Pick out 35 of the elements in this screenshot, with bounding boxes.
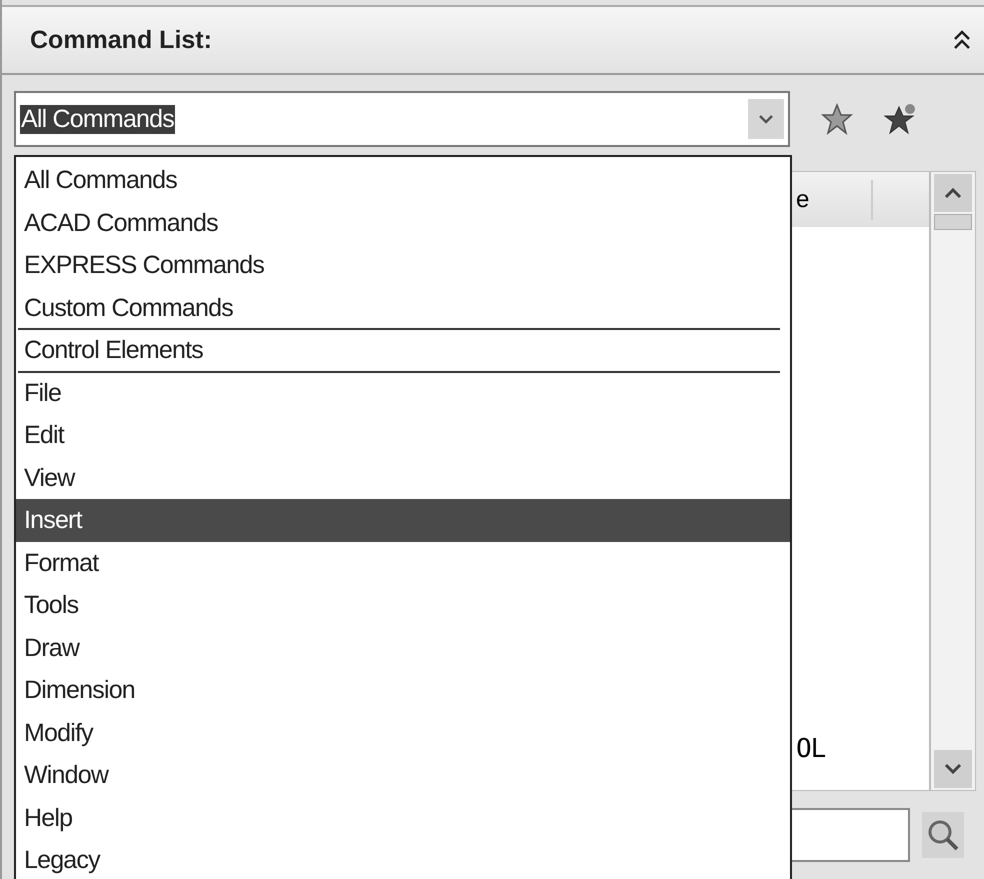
dropdown-option[interactable]: Help bbox=[16, 796, 790, 839]
dropdown-option[interactable]: Window bbox=[16, 754, 790, 796]
chevron-up-icon bbox=[944, 187, 962, 199]
column-header[interactable]: e bbox=[796, 186, 810, 214]
panel-title: Command List: bbox=[30, 26, 212, 54]
dropdown-option[interactable]: Legacy bbox=[16, 839, 790, 879]
scrollbar[interactable] bbox=[930, 171, 976, 791]
dropdown-option[interactable]: EXPRESS Commands bbox=[16, 244, 790, 286]
dropdown-option[interactable]: Control Elements bbox=[16, 329, 790, 372]
star-icon[interactable] bbox=[820, 102, 854, 136]
collapse-icon[interactable] bbox=[952, 29, 972, 51]
dropdown-option[interactable]: Insert bbox=[16, 499, 790, 542]
scroll-down-button[interactable] bbox=[934, 750, 972, 788]
star-pin-icon[interactable] bbox=[884, 102, 918, 136]
dropdown-option[interactable]: Edit bbox=[16, 414, 790, 456]
command-row[interactable]: OL bbox=[796, 734, 929, 764]
chevron-down-icon bbox=[758, 113, 774, 125]
dropdown-option[interactable]: Format bbox=[16, 542, 790, 584]
dropdown-option[interactable]: ACAD Commands bbox=[16, 202, 790, 244]
dropdown-option[interactable]: File bbox=[16, 372, 790, 414]
scroll-thumb[interactable] bbox=[934, 214, 972, 230]
filter-value: All Commands bbox=[20, 104, 175, 134]
dropdown-option[interactable]: All Commands bbox=[16, 159, 790, 202]
dropdown-option[interactable]: View bbox=[16, 456, 790, 499]
dropdown-option[interactable]: Tools bbox=[16, 584, 790, 626]
search-icon bbox=[926, 818, 960, 852]
chevron-down-icon bbox=[944, 763, 962, 775]
filter-dropdown[interactable]: All Commands bbox=[14, 91, 790, 147]
dropdown-option[interactable]: Dimension bbox=[16, 669, 790, 712]
dropdown-option[interactable]: Custom Commands bbox=[16, 286, 790, 329]
dropdown-arrow-button[interactable] bbox=[748, 99, 784, 139]
scroll-up-button[interactable] bbox=[934, 174, 972, 212]
dropdown-option[interactable]: Modify bbox=[16, 712, 790, 754]
dropdown-option[interactable]: Draw bbox=[16, 626, 790, 669]
search-button[interactable] bbox=[922, 812, 964, 858]
